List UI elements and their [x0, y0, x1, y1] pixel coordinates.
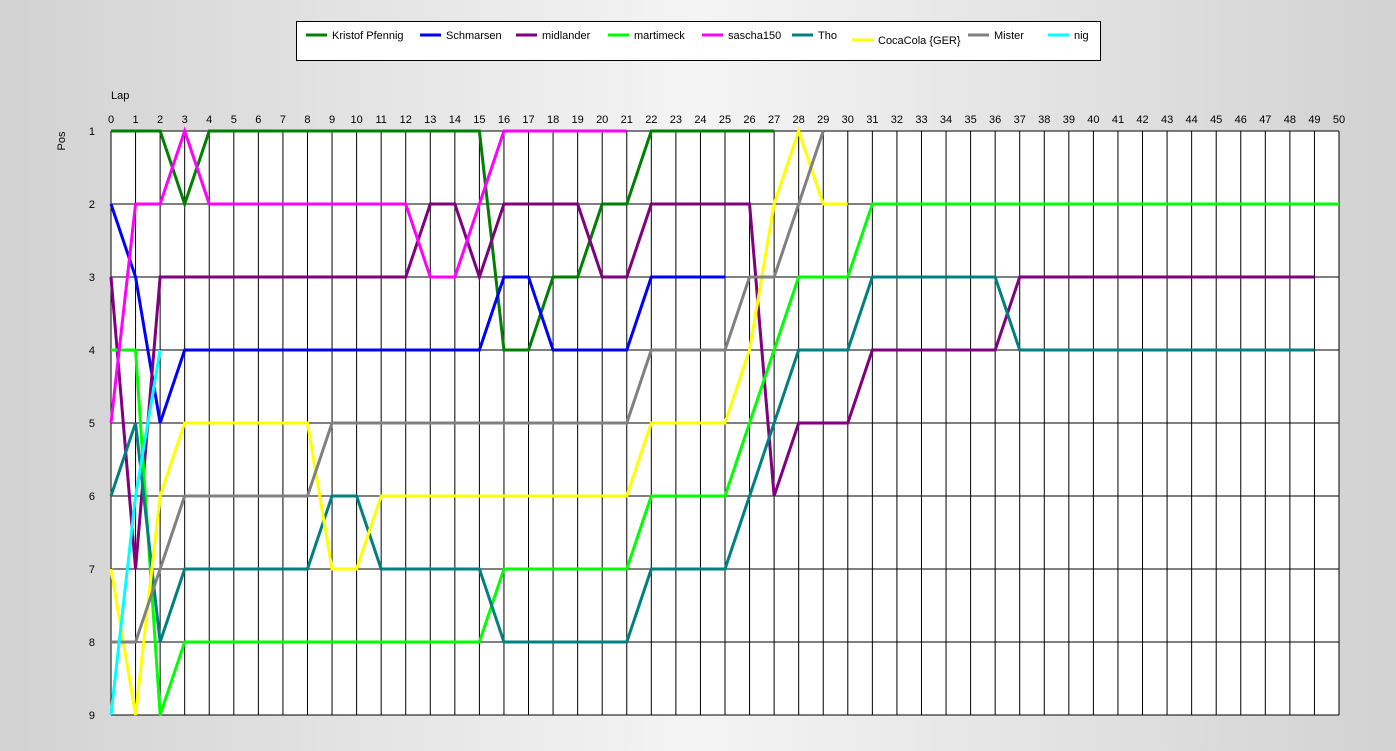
x-tick-label: 44 [1186, 114, 1198, 126]
y-tick-label: 6 [89, 491, 95, 503]
legend-label: Kristof Pfennig [332, 30, 404, 42]
y-tick-label: 2 [89, 199, 95, 211]
legend-label: nig [1074, 30, 1089, 42]
legend-label: Schmarsen [446, 30, 502, 42]
y-tick-label: 3 [89, 272, 95, 284]
x-tick-label: 33 [915, 114, 927, 126]
x-tick-label: 42 [1136, 114, 1148, 126]
x-tick-label: 2 [157, 114, 163, 126]
x-tick-label: 20 [596, 114, 608, 126]
x-tick-label: 32 [891, 114, 903, 126]
x-tick-label: 1 [132, 114, 138, 126]
x-tick-label: 6 [255, 114, 261, 126]
x-tick-label: 40 [1087, 114, 1099, 126]
y-tick-label: 7 [89, 564, 95, 576]
x-tick-label: 47 [1259, 114, 1271, 126]
x-tick-label: 16 [498, 114, 510, 126]
x-axis-title: Lap [111, 90, 129, 102]
x-tick-label: 15 [473, 114, 485, 126]
x-tick-label: 26 [743, 114, 755, 126]
x-tick-label: 43 [1161, 114, 1173, 126]
x-tick-label: 21 [621, 114, 633, 126]
x-tick-label: 7 [280, 114, 286, 126]
x-tick-label: 24 [694, 114, 706, 126]
x-tick-label: 5 [231, 114, 237, 126]
x-tick-label: 31 [866, 114, 878, 126]
legend-box [296, 21, 1101, 61]
x-tick-label: 45 [1210, 114, 1222, 126]
x-tick-label: 4 [206, 114, 212, 126]
x-tick-label: 8 [304, 114, 310, 126]
x-tick-label: 27 [768, 114, 780, 126]
legend-label: midlander [542, 30, 591, 42]
x-tick-label: 13 [424, 114, 436, 126]
y-tick-label: 9 [89, 710, 95, 722]
x-tick-label: 18 [547, 114, 559, 126]
y-tick-label: 5 [89, 418, 95, 430]
x-tick-label: 34 [940, 114, 952, 126]
y-tick-label: 8 [89, 637, 95, 649]
x-tick-label: 25 [719, 114, 731, 126]
x-tick-label: 14 [449, 114, 461, 126]
x-tick-label: 10 [350, 114, 362, 126]
y-axis-title: Pos [56, 131, 68, 150]
x-tick-label: 49 [1308, 114, 1320, 126]
x-tick-label: 48 [1284, 114, 1296, 126]
x-tick-label: 22 [645, 114, 657, 126]
legend: Kristof Pfennig Schmarsen midlander martime… [296, 21, 1101, 61]
x-tick-label: 17 [522, 114, 534, 126]
legend-label: CocaCola {GER} [878, 35, 961, 47]
lap-position-chart: Kristof Pfennig Schmarsen midlander martime… [0, 0, 1396, 746]
x-tick-label: 46 [1235, 114, 1247, 126]
x-tick-label: 30 [842, 114, 854, 126]
x-tick-label: 39 [1063, 114, 1075, 126]
x-tick-label: 38 [1038, 114, 1050, 126]
x-tick-label: 41 [1112, 114, 1124, 126]
x-tick-label: 3 [182, 114, 188, 126]
x-tick-label: 28 [793, 114, 805, 126]
x-tick-label: 19 [572, 114, 584, 126]
x-tick-label: 12 [400, 114, 412, 126]
legend-label: Tho [818, 30, 837, 42]
x-tick-label: 23 [670, 114, 682, 126]
x-tick-label: 50 [1333, 114, 1345, 126]
x-tick-label: 11 [375, 114, 386, 126]
x-tick-label: 37 [1014, 114, 1026, 126]
legend-label: sascha150 [728, 30, 781, 42]
x-tick-label: 29 [817, 114, 829, 126]
legend-label: Mister [994, 30, 1024, 42]
y-tick-label: 4 [89, 345, 95, 357]
x-tick-label: 9 [329, 114, 335, 126]
y-tick-label: 1 [89, 126, 95, 138]
legend-label: martimeck [634, 30, 685, 42]
chart-svg: Kristof Pfennig Schmarsen midlander martime… [56, 21, 1345, 722]
x-tick-label: 0 [108, 114, 114, 126]
x-tick-label: 35 [964, 114, 976, 126]
x-tick-label: 36 [989, 114, 1001, 126]
